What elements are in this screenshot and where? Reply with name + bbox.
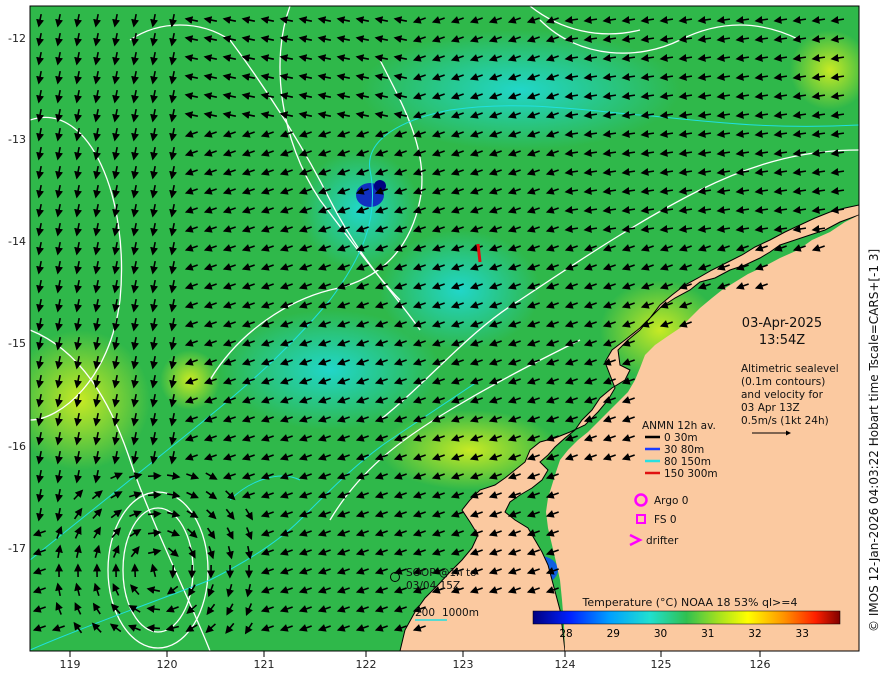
colorbar-tick: 32 [748, 628, 761, 640]
lat-tick: -13 [8, 133, 26, 146]
mooring-legend-title: ANMN 12h av. [642, 420, 716, 432]
velocity-arrow [147, 491, 162, 500]
lat-tick: -15 [8, 337, 26, 350]
lat-tick: -14 [8, 235, 26, 248]
colorbar-tick: 31 [701, 628, 714, 640]
colorbar-tick: 29 [607, 628, 620, 640]
colorbar-title: Temperature (°C) NOAA 18 53% ql>=4 [582, 596, 798, 609]
lon-tick: 122 [356, 658, 377, 671]
soop-line2: 03/04 15Z [406, 580, 460, 592]
altimetry-line: Altimetric sealevel [741, 363, 839, 375]
lat-tick: -17 [8, 542, 26, 555]
legend-label: 30 80m [664, 444, 704, 456]
lon-tick: 120 [157, 658, 178, 671]
date-label: 03-Apr-2025 [742, 316, 822, 331]
legend-label: 80 150m [664, 456, 711, 468]
altimetry-line: and velocity for [741, 389, 824, 401]
velocity-arrow [169, 564, 178, 579]
colorbar-tick: 28 [559, 628, 572, 640]
time-label: 13:54Z [759, 333, 805, 348]
altimetry-line: (0.1m contours) [741, 376, 825, 388]
lon-tick: 125 [651, 658, 672, 671]
latitude-axis: -12 -13 -14 -15 -16 -17 [8, 32, 26, 555]
lat-tick: -16 [8, 440, 26, 453]
colorbar-tick: 30 [654, 628, 667, 640]
colorbar-tick: 33 [796, 628, 809, 640]
velocity-arrow [147, 472, 162, 481]
warm-patch [790, 30, 859, 110]
fs-label: FS 0 [654, 514, 677, 526]
lon-tick: 123 [453, 658, 474, 671]
drifter-label: drifter [646, 535, 679, 547]
warm-patch [30, 330, 150, 470]
lat-tick: -12 [8, 32, 26, 45]
argo-label: Argo 0 [654, 495, 688, 507]
colorbar-bar [532, 610, 841, 625]
credit-text: © IMOS 12-Jan-2026 04:03:22 Hobart time … [867, 249, 880, 632]
bathy-label-1000m: 1000m [442, 607, 479, 619]
altimetry-line: 0.5m/s (1kt 24h) [741, 415, 829, 427]
velocity-arrow [146, 624, 161, 633]
lon-tick: 119 [60, 658, 81, 671]
lon-tick: 121 [254, 658, 275, 671]
lon-tick: 126 [750, 658, 771, 671]
lon-tick: 124 [555, 658, 576, 671]
velocity-arrow [147, 510, 162, 519]
altimetry-line: 03 Apr 13Z [741, 402, 800, 414]
bathymetry-legend: 200 1000m [415, 607, 479, 621]
soop-line1: SOOP @1h to [406, 567, 477, 579]
bathy-label-200: 200 [415, 607, 435, 619]
velocity-arrow [131, 563, 140, 578]
longitude-axis: 119 120 121 122 123 124 125 126 [60, 651, 771, 671]
legend-label: 0 30m [664, 432, 698, 444]
legend-label: 150 300m [664, 468, 718, 480]
ocean-map: 119 120 121 122 123 124 125 126 -12 -13 … [8, 5, 880, 671]
mooring-vector [476, 243, 482, 263]
